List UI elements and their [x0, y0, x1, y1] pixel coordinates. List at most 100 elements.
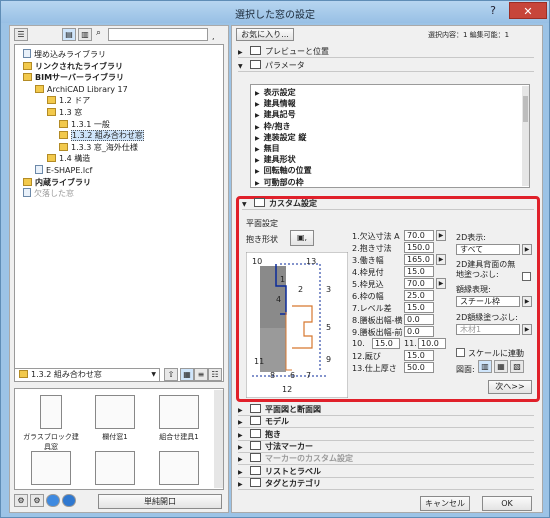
tree-item-label: 内蔵ライブラリ	[35, 177, 91, 187]
tree-item[interactable]: 1.3.2 組み合わせ窓	[59, 130, 144, 142]
ok-button[interactable]: OK	[482, 496, 532, 511]
favorite-filter-icon[interactable]: ▥	[78, 28, 92, 41]
library-tree[interactable]: 埋め込みライブラリ リンクされたライブラリ BIMサーバーライブラリ ArchiCAD…	[14, 44, 224, 382]
thumbnail-view-icon[interactable]: ▦	[180, 368, 194, 381]
tree-item[interactable]: 内蔵ライブラリ	[23, 177, 91, 189]
field-input[interactable]: 150.0	[404, 242, 434, 253]
field-input[interactable]: 165.0	[404, 254, 434, 265]
parameter-item[interactable]: ▶ 建具情報	[255, 98, 296, 110]
search-options-icon[interactable]: ,	[212, 32, 215, 41]
field-10-input[interactable]: 15.0	[372, 338, 400, 349]
settings-pane: お気に入り... 選択内容：1 編集可能：1 ▶ プレビューと位置 ▼ パラメータ …	[231, 25, 543, 513]
scrollbar-thumb[interactable]	[523, 96, 528, 122]
close-button[interactable]: ✕	[509, 2, 547, 19]
title-bar[interactable]: 選択した窓の設定 ? ✕	[1, 1, 549, 23]
field-input[interactable]: 70.0	[404, 278, 434, 289]
tree-item[interactable]: 1.2 ドア	[47, 95, 90, 107]
field-11-input[interactable]: 10.0	[418, 338, 446, 349]
help-button[interactable]: ?	[479, 3, 507, 19]
tree-item[interactable]: ArchiCAD Library 17	[35, 84, 128, 96]
tree-view-icon[interactable]: ☰	[14, 28, 28, 41]
tree-item-label: リンクされたライブラリ	[35, 61, 123, 71]
parameter-item[interactable]: ▶ 可動部の枠	[255, 177, 304, 189]
field-input[interactable]: 0.0	[404, 314, 434, 325]
favorites-button[interactable]: お気に入り...	[236, 28, 294, 41]
library-manager-icon[interactable]: ⚙	[14, 494, 28, 507]
section-header[interactable]: ▶ 平面図と断面図	[238, 404, 534, 416]
field-input[interactable]: 50.0	[404, 362, 434, 373]
parameter-item[interactable]: ▶ 連装設定 縦	[255, 132, 306, 144]
section-preview[interactable]: ▶ プレビューと位置	[238, 46, 534, 58]
tree-item[interactable]: リンクされたライブラリ	[23, 61, 123, 73]
symbol-option-1-icon[interactable]: ▥	[478, 360, 492, 373]
expand-arrow-icon: ▶	[255, 134, 260, 142]
no-back-fill-checkbox[interactable]	[522, 272, 531, 281]
parameter-scrollbar[interactable]	[522, 86, 529, 186]
field-input[interactable]: 70.0	[404, 230, 434, 241]
display-2d-arrow-icon[interactable]: ▶	[522, 244, 532, 255]
tree-item[interactable]: E-SHAPE.lcf	[35, 165, 92, 177]
symbol-option-3-icon[interactable]: ▧	[510, 360, 524, 373]
thumbnail-item[interactable]	[85, 451, 145, 488]
diagram-label: 10	[252, 257, 262, 266]
tree-item[interactable]: 欠落した窓	[23, 188, 74, 200]
thumbnail-item[interactable]	[21, 451, 81, 488]
chevron-down-icon: ▼	[151, 371, 156, 378]
field-input[interactable]: 25.0	[404, 290, 434, 301]
parameter-item[interactable]: ▶ 回転軸の位置	[255, 165, 312, 177]
field-arrow-icon[interactable]: ▶	[436, 278, 446, 289]
parameter-item[interactable]: ▶ 無目	[255, 143, 280, 155]
cancel-button[interactable]: キャンセル	[420, 496, 470, 511]
library-settings-icon[interactable]: ⚙	[30, 494, 44, 507]
section-parameters[interactable]: ▼ パラメータ	[238, 60, 534, 72]
parameter-item[interactable]: ▶ 表示設定	[255, 87, 296, 99]
tree-item[interactable]: BIMサーバーライブラリ	[23, 72, 124, 84]
section-header[interactable]: ▶ 抱き	[238, 428, 534, 441]
fill-2d-select[interactable]: 木材1	[456, 324, 520, 335]
tree-item[interactable]: 1.4 構造	[47, 153, 90, 165]
reveal-shape-picker[interactable]: ▣,	[290, 230, 314, 246]
field-input[interactable]: 15.0	[404, 350, 434, 361]
field-input[interactable]: 15.0	[404, 302, 434, 313]
parameter-item[interactable]: ▶ 建具形状	[255, 154, 296, 166]
thumbnail-item[interactable]: ガラスブロック建具窓	[21, 395, 81, 452]
parameter-item[interactable]: ▶ 枠/抱き	[255, 121, 291, 133]
section-header[interactable]: ▶ 寸法マーカー	[238, 440, 534, 453]
display-2d-select[interactable]: すべて	[456, 244, 520, 255]
thumbnail-item[interactable]	[149, 451, 209, 488]
scale-checkbox[interactable]	[456, 348, 465, 357]
section-custom-settings[interactable]: ▼ カスタム設定	[242, 198, 534, 210]
field-arrow-icon[interactable]: ▶	[436, 254, 446, 265]
list-view-icon[interactable]: ≡	[194, 368, 208, 381]
library-filter-icon[interactable]: ▤	[62, 28, 76, 41]
thumbnail-item[interactable]: 組合せ建具1	[149, 395, 209, 442]
fill-2d-label: 2D額縁塗つぶし:	[456, 313, 518, 322]
grid-scrollbar[interactable]	[214, 390, 223, 488]
thumbnail-item[interactable]: 欄付窓1	[85, 395, 145, 442]
section-header[interactable]: ▶ タグとカテゴリ	[238, 477, 534, 490]
parameter-item[interactable]: ▶ 建具記号	[255, 109, 296, 121]
simple-opening-button[interactable]: 単純開口	[98, 494, 222, 509]
web-library-icon[interactable]	[62, 494, 76, 507]
section-header[interactable]: ▶ マーカーのカスタム設定	[238, 453, 534, 466]
outline-select[interactable]: スチール枠	[456, 296, 520, 307]
next-button[interactable]: 次へ>>	[488, 380, 532, 394]
expand-arrow-icon: ▶	[255, 146, 260, 153]
tree-item[interactable]: 1.3 窓	[47, 107, 82, 119]
folder-up-icon[interactable]: ⇧	[164, 368, 178, 381]
details-view-icon[interactable]: ☷	[208, 368, 222, 381]
field-input[interactable]: 15.0	[404, 266, 434, 277]
tree-item[interactable]: 埋め込みライブラリ	[23, 49, 106, 61]
outline-arrow-icon[interactable]: ▶	[522, 296, 532, 307]
search-input[interactable]	[108, 28, 208, 41]
field-input[interactable]: 0.0	[404, 326, 434, 337]
section-header[interactable]: ▶ リストとラベル	[238, 465, 534, 478]
section-header[interactable]: ▶ モデル	[238, 416, 534, 429]
symbol-option-2-icon[interactable]: ▦	[494, 360, 508, 373]
tree-item[interactable]: 1.3.1 一般	[59, 119, 110, 131]
folder-path-select[interactable]: 1.3.2 組み合わせ窓 ▼	[14, 368, 160, 382]
field-arrow-icon[interactable]: ▶	[436, 230, 446, 241]
tree-item[interactable]: 1.3.3 窓_海外仕様	[59, 142, 138, 154]
bim-server-icon[interactable]	[46, 494, 60, 507]
fill-2d-arrow-icon[interactable]: ▶	[522, 324, 532, 335]
